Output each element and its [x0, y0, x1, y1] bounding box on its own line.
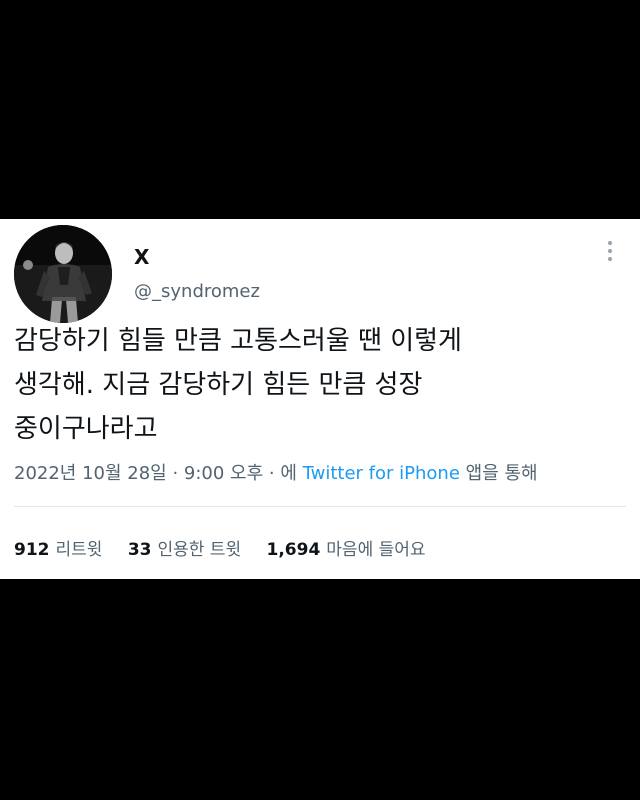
- quotes-stat[interactable]: 33 인용한 트윗: [128, 540, 241, 560]
- avatar[interactable]: [14, 225, 112, 323]
- likes-label: 마음에 들어요: [326, 540, 426, 560]
- tweet-source-suffix: 앱을 통해: [459, 463, 538, 484]
- likes-stat[interactable]: 1,694 마음에 들어요: [267, 540, 426, 560]
- retweets-label: 리트윗: [55, 540, 103, 560]
- tweet-stats: 912 리트윗 33 인용한 트윗 1,694 마음에 들어요: [14, 535, 446, 560]
- display-name[interactable]: X: [134, 245, 149, 269]
- divider: [14, 506, 626, 507]
- profile-photo: [14, 225, 112, 323]
- tweet-metadata: 2022년 10월 28일 · 9:00 오후 · 에 Twitter for …: [14, 459, 538, 485]
- tweet-card: X @_syndromez 감당하기 힘들 만큼 고통스러울 땐 이렇게 생각해…: [0, 219, 640, 579]
- likes-count: 1,694: [266, 540, 321, 560]
- tweet-text: 감당하기 힘들 만큼 고통스러울 땐 이렇게 생각해. 지금 감당하기 힘든 만…: [14, 326, 462, 444]
- more-options-icon[interactable]: [603, 241, 617, 265]
- tweet-source-link[interactable]: Twitter for iPhone: [303, 463, 460, 484]
- quotes-count: 33: [127, 540, 152, 560]
- user-handle[interactable]: @_syndromez: [134, 281, 260, 302]
- retweets-stat[interactable]: 912 리트윗: [14, 540, 102, 560]
- retweets-count: 912: [14, 540, 50, 560]
- tweet-date[interactable]: 2022년 10월 28일 · 9:00 오후 · 에: [14, 463, 303, 484]
- quotes-label: 인용한 트윗: [157, 540, 242, 560]
